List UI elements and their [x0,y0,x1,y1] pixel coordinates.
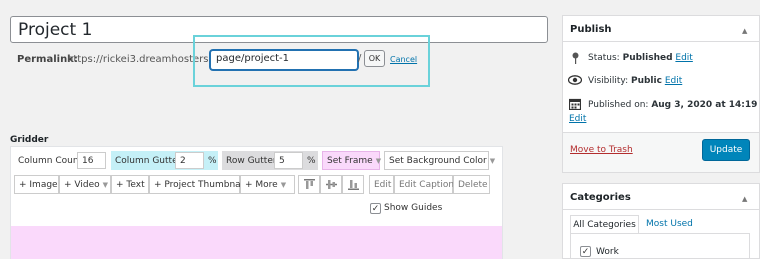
chevron-down-icon: ▼ [375,156,382,165]
pin-icon [571,52,580,67]
column-gutter-unit: % [208,155,217,166]
show-guides-label: Show Guides [384,203,443,213]
add-text-label: + Text [116,179,145,190]
published-label: Published on: [588,100,649,110]
column-count-input[interactable]: 16 [77,152,106,169]
visibility-row: Visibility: Public Edit [588,76,682,86]
set-frame-button[interactable]: Set Frame ▼ [322,151,382,170]
row-gutter-input[interactable]: 5 [274,152,303,169]
delete-button[interactable]: Delete [453,175,490,194]
gridder-canvas[interactable] [11,226,502,259]
status-value: Published [622,53,673,63]
add-image-button[interactable]: + Image [14,175,59,194]
calendar-icon [568,98,582,113]
slug-input[interactable]: page/project-1 [210,50,358,70]
align-middle-icon [325,180,337,189]
slug-cancel-link[interactable]: Cancel [390,55,417,64]
status-row: Status: Published Edit [588,53,693,63]
align-top-button[interactable] [298,175,320,194]
visibility-value: Public [630,76,662,86]
visibility-label: Visibility: [588,76,629,86]
move-to-trash-link[interactable]: Move to Trash [570,145,633,155]
update-button[interactable]: Update [702,139,750,161]
published-edit-link[interactable]: Edit [569,114,586,124]
chevron-down-icon: ▼ [280,180,287,189]
align-top-icon [303,179,315,189]
visibility-edit-link[interactable]: Edit [665,76,682,86]
column-count-label: Column Count [18,155,83,166]
publish-title: Publish [570,24,612,35]
set-background-label: Set Background Color [389,155,487,166]
add-project-thumbnail-label: + Project Thumbnail [154,179,246,190]
align-middle-button[interactable] [320,175,342,194]
tab-most-used[interactable]: Most Used [646,219,693,229]
add-image-label: + Image [19,179,58,190]
set-frame-label: Set Frame [327,155,373,166]
set-background-color-button[interactable]: Set Background Color ▼ [384,151,495,170]
collapse-up-icon[interactable]: ▲ [742,195,747,203]
align-bottom-button[interactable] [342,175,364,194]
add-more-label: + More [245,179,278,190]
add-more-button[interactable]: + More ▼ [240,175,295,194]
tab-all-categories[interactable]: All Categories [570,215,639,234]
slug-ok-button[interactable]: OK [364,50,385,67]
edit-caption-button[interactable]: Edit Caption [394,175,454,194]
gridder-heading: Gridder [10,135,49,145]
chevron-down-icon: ▼ [489,156,496,165]
category-label: Work [596,247,619,257]
edit-button[interactable]: Edit [369,175,394,194]
add-video-button[interactable]: + Video ▼ [59,175,111,194]
add-video-label: + Video [64,179,100,190]
categories-divider [562,209,760,210]
status-label: Status: [588,53,620,63]
category-checkbox[interactable]: ✓ [580,246,591,257]
slug-trailing-slash: / [358,53,362,64]
align-bottom-icon [347,180,359,190]
collapse-up-icon[interactable]: ▲ [742,27,747,35]
column-gutter-input[interactable]: 2 [175,152,204,169]
publish-divider [562,41,760,42]
published-row: Published on: Aug 3, 2020 at 14:19 [588,100,757,110]
show-guides-checkbox[interactable]: ✓ [370,203,381,214]
add-project-thumbnail-button[interactable]: + Project Thumbnail [149,175,246,194]
chevron-down-icon: ▼ [102,180,109,189]
row-gutter-unit: % [307,155,316,166]
row-gutter-label: Row Gutter [226,155,277,166]
published-value: Aug 3, 2020 at 14:19 [651,100,758,110]
categories-title: Categories [570,192,631,203]
status-edit-link[interactable]: Edit [675,53,692,63]
eye-icon [567,75,583,88]
add-text-button[interactable]: + Text [111,175,149,194]
